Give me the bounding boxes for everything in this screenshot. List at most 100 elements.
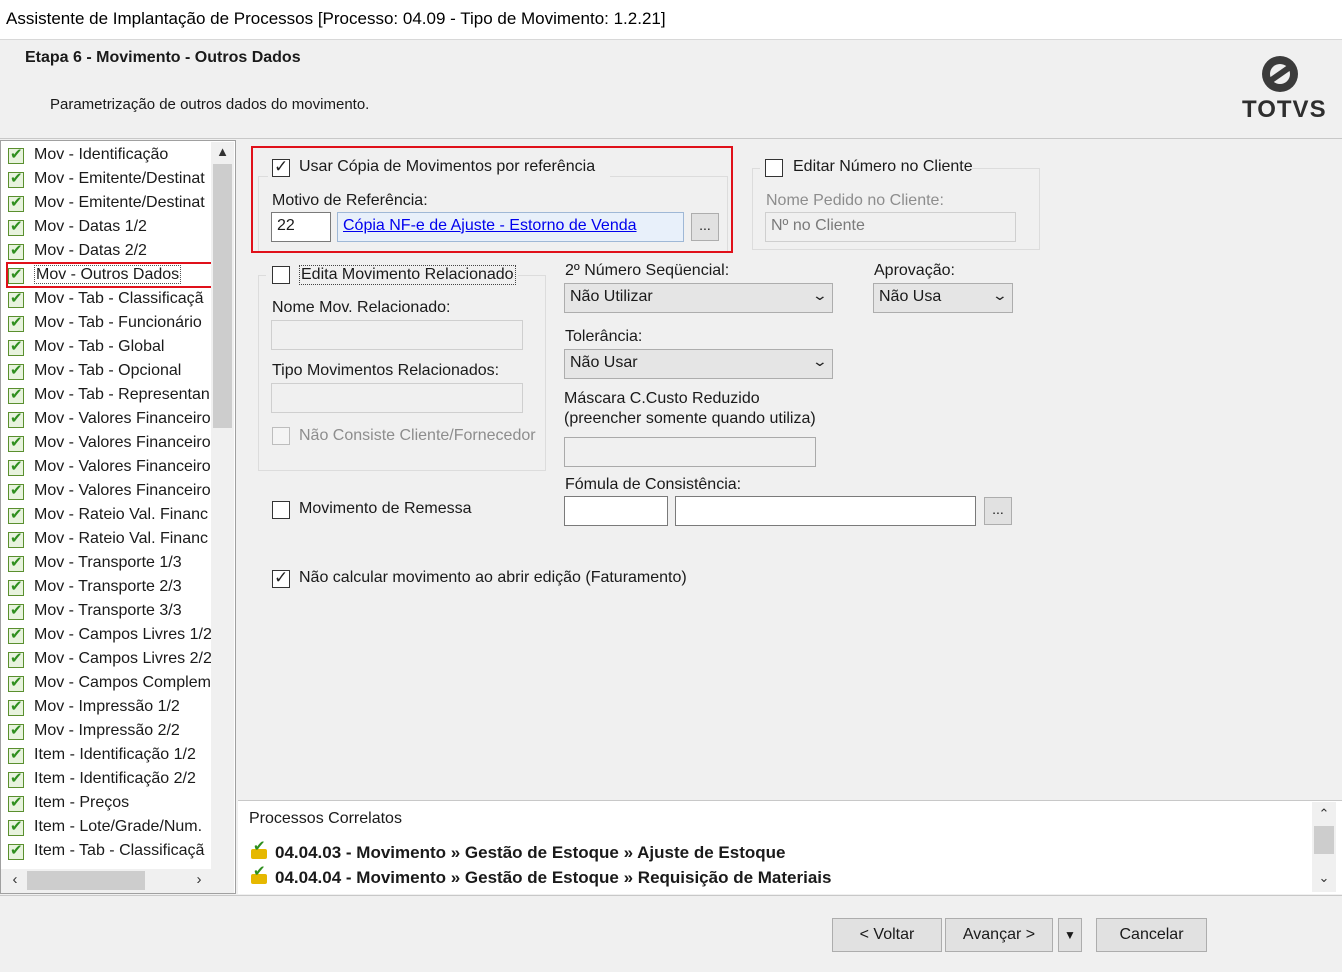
tree-item-label: Mov - Tab - Global xyxy=(34,338,165,355)
scroll-up-icon[interactable]: ⌃ xyxy=(1312,806,1336,822)
checklist-icon xyxy=(7,719,25,743)
tree-item[interactable]: Item - Preços xyxy=(7,791,213,815)
tree-item[interactable]: Mov - Emitente/Destinat xyxy=(7,191,213,215)
scroll-left-icon[interactable]: ‹ xyxy=(5,871,25,888)
correlatos-scrollbar[interactable]: ⌃ ⌄ xyxy=(1312,802,1336,892)
tree-item[interactable]: Mov - Identificação xyxy=(7,143,213,167)
nao-consiste-checkbox[interactable] xyxy=(272,427,290,445)
tree-item-label: Item - Identificação 2/2 xyxy=(34,770,196,787)
tree-item-label: Mov - Tab - Opcional xyxy=(34,362,182,379)
tree-item[interactable]: Mov - Valores Financeiro xyxy=(7,431,213,455)
checklist-icon xyxy=(7,575,25,599)
tree-item[interactable]: Mov - Transporte 1/3 xyxy=(7,551,213,575)
tipo-mov-relacionados-input[interactable] xyxy=(271,383,523,413)
motivo-description-text[interactable]: Cópia NF-e de Ajuste - Estorno de Venda xyxy=(343,217,637,234)
cancelar-button[interactable]: Cancelar xyxy=(1096,918,1207,952)
tree-item[interactable]: Item - Lote/Grade/Num. xyxy=(7,815,213,839)
tree-item[interactable]: Mov - Rateio Val. Financ xyxy=(7,527,213,551)
formula-label: Fómula de Consistência: xyxy=(565,476,742,493)
scroll-thumb[interactable] xyxy=(1314,826,1334,854)
tree-item[interactable]: Mov - Campos Compleme xyxy=(7,671,213,695)
tree-item[interactable]: Mov - Impressão 2/2 xyxy=(7,719,213,743)
totvs-logo-text: TOTVS xyxy=(1242,96,1327,123)
tolerancia-value: Não Usar xyxy=(570,354,638,371)
checklist-icon xyxy=(7,743,25,767)
checklist-icon xyxy=(7,479,25,503)
checklist-icon xyxy=(7,815,25,839)
checklist-icon xyxy=(7,551,25,575)
tree-item[interactable]: Mov - Rateio Val. Financ xyxy=(7,503,213,527)
aprovacao-select[interactable]: Não Usa ⌄ xyxy=(873,283,1013,313)
tree-item-label: Mov - Valores Financeiro xyxy=(34,434,211,451)
correlato-link[interactable]: 04.04.04 - Movimento » Gestão de Estoque… xyxy=(249,862,831,888)
motivo-code-input[interactable]: 22 xyxy=(271,212,331,242)
checklist-icon xyxy=(7,359,25,383)
checklist-icon xyxy=(7,791,25,815)
motivo-lookup-button[interactable]: ... xyxy=(691,213,719,241)
motivo-label: Motivo de Referência: xyxy=(272,192,428,209)
segundo-numero-label: 2º Número Seqüencial: xyxy=(565,262,730,279)
tree-item[interactable]: Mov - Valores Financeiro xyxy=(7,479,213,503)
tolerancia-select[interactable]: Não Usar ⌄ xyxy=(564,349,833,379)
mascara-hint: (preencher somente quando utiliza) xyxy=(564,410,816,427)
tree-item[interactable]: Mov - Tab - Classificaçã xyxy=(7,287,213,311)
nome-pedido-input[interactable]: Nº no Cliente xyxy=(765,212,1016,242)
checklist-icon xyxy=(7,167,25,191)
scroll-right-icon[interactable]: › xyxy=(189,871,209,888)
tree-item[interactable]: Mov - Datas 2/2 xyxy=(7,239,213,263)
tree-horizontal-scrollbar[interactable]: ‹ › xyxy=(1,869,234,893)
tree-item[interactable]: Item - Tab - Classificaçã xyxy=(7,839,213,863)
scroll-down-icon[interactable]: ⌄ xyxy=(1312,870,1336,886)
caret-down-icon: ▼ xyxy=(1064,928,1076,942)
avancar-button[interactable]: Avançar > xyxy=(945,918,1053,952)
nao-calcular-checkbox[interactable] xyxy=(272,568,290,588)
tree-item-label: Mov - Valores Financeiro xyxy=(34,458,211,475)
tree-item[interactable]: Mov - Emitente/Destinat xyxy=(7,167,213,191)
tree-item[interactable]: Item - Identificação 1/2 xyxy=(7,743,213,767)
tree-item[interactable]: Mov - Impressão 1/2 xyxy=(7,695,213,719)
avancar-dropdown-button[interactable]: ▼ xyxy=(1058,918,1082,952)
editar-numero-checkbox[interactable] xyxy=(765,159,783,177)
correlato-text[interactable]: 04.04.04 - Movimento » Gestão de Estoque… xyxy=(275,868,831,887)
tree-item[interactable]: Mov - Tab - Opcional xyxy=(7,359,213,383)
tipo-mov-relacionados-label: Tipo Movimentos Relacionados: xyxy=(272,362,500,379)
tree-item[interactable]: Mov - Campos Livres 2/2 xyxy=(7,647,213,671)
usar-copia-checkbox[interactable] xyxy=(272,157,290,177)
tree-item-label: Mov - Transporte 3/3 xyxy=(34,602,182,619)
tree-item[interactable]: Mov - Valores Financeiro xyxy=(7,455,213,479)
segundo-numero-select[interactable]: Não Utilizar ⌄ xyxy=(564,283,833,313)
steps-tree[interactable]: Mov - Identificação Mov - Emitente/Destin… xyxy=(0,140,236,894)
formula-lookup-button[interactable]: ... xyxy=(984,497,1012,525)
correlato-text[interactable]: 04.04.03 - Movimento » Gestão de Estoque… xyxy=(275,843,785,862)
tree-item[interactable]: Mov - Tab - Global xyxy=(7,335,213,359)
tree-vertical-scrollbar[interactable]: ▲ xyxy=(211,142,234,869)
motivo-description-link[interactable]: Cópia NF-e de Ajuste - Estorno de Venda xyxy=(337,212,684,242)
tree-item-label: Mov - Rateio Val. Financ xyxy=(34,506,208,523)
tree-item[interactable]: Mov - Transporte 2/3 xyxy=(7,575,213,599)
tree-item-label: Mov - Campos Compleme xyxy=(34,674,213,691)
scroll-thumb[interactable] xyxy=(213,164,232,428)
tree-item[interactable]: Mov - Tab - Funcionário xyxy=(7,311,213,335)
scroll-thumb[interactable] xyxy=(27,871,145,890)
scroll-up-icon[interactable]: ▲ xyxy=(211,144,234,164)
nome-mov-relacionado-input[interactable] xyxy=(271,320,523,350)
checklist-icon xyxy=(7,383,25,407)
usar-copia-label: Usar Cópia de Movimentos por referência xyxy=(299,158,596,175)
tree-item[interactable]: Mov - Valores Financeiro xyxy=(7,407,213,431)
tree-item[interactable]: Mov - Transporte 3/3 xyxy=(7,599,213,623)
movimento-remessa-checkbox[interactable] xyxy=(272,501,290,519)
totvs-logo-icon xyxy=(1262,56,1298,92)
edita-mov-relacionado-checkbox[interactable] xyxy=(272,266,290,284)
tree-item[interactable]: Item - Identificação 2/2 xyxy=(7,767,213,791)
formula-code-input[interactable] xyxy=(564,496,668,526)
mascara-input[interactable] xyxy=(564,437,816,467)
correlato-link[interactable]: 04.04.03 - Movimento » Gestão de Estoque… xyxy=(249,837,785,863)
tree-item-label: Item - Preços xyxy=(34,794,130,811)
tree-item[interactable]: Mov - Campos Livres 1/2 xyxy=(7,623,213,647)
formula-description-input[interactable] xyxy=(675,496,976,526)
tree-item[interactable]: Mov - Tab - Representan xyxy=(7,383,213,407)
voltar-button[interactable]: < Voltar xyxy=(832,918,942,952)
chevron-down-icon: ⌄ xyxy=(811,287,829,303)
tree-item[interactable]: Mov - Datas 1/2 xyxy=(7,215,213,239)
mascara-label: Máscara C.Custo Reduzido xyxy=(564,390,760,407)
